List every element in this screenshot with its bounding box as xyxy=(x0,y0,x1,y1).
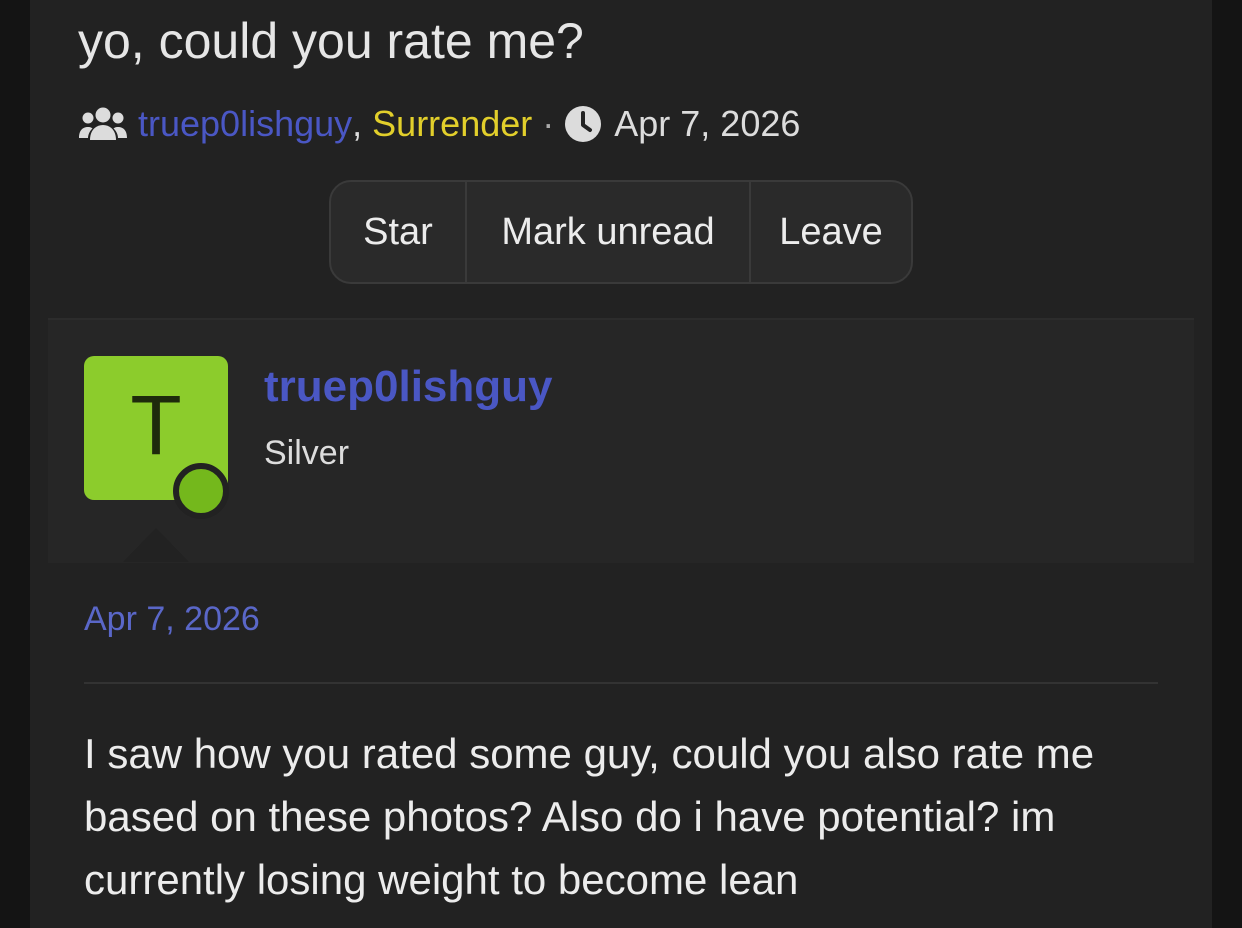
meta-separator: · xyxy=(542,103,555,144)
participant-separator: , xyxy=(352,103,363,144)
post-date-link[interactable]: Apr 7, 2026 xyxy=(84,600,260,639)
post-author-title: Silver xyxy=(264,434,350,472)
post-author-link[interactable]: truep0lishguy xyxy=(264,362,553,412)
users-icon xyxy=(79,107,127,140)
participant-link-2[interactable]: Surrender xyxy=(372,103,532,145)
online-status-indicator xyxy=(173,463,229,519)
thread-actions: Star Mark unread Leave xyxy=(329,180,913,284)
post-body: I saw how you rated some guy, could you … xyxy=(84,730,1095,903)
thread-meta: truep0lishguy , Surrender · Apr 7, 2026 xyxy=(78,100,800,148)
star-button[interactable]: Star xyxy=(331,182,467,282)
participant-link-1[interactable]: truep0lishguy xyxy=(138,103,352,145)
thread-title: yo, could you rate me? xyxy=(78,13,584,69)
thread-date: Apr 7, 2026 xyxy=(614,103,801,144)
post-divider xyxy=(84,682,1158,684)
clock-icon xyxy=(565,106,602,142)
mark-unread-button[interactable]: Mark unread xyxy=(467,182,751,282)
user-block-caret xyxy=(123,528,189,562)
leave-button[interactable]: Leave xyxy=(751,182,911,282)
